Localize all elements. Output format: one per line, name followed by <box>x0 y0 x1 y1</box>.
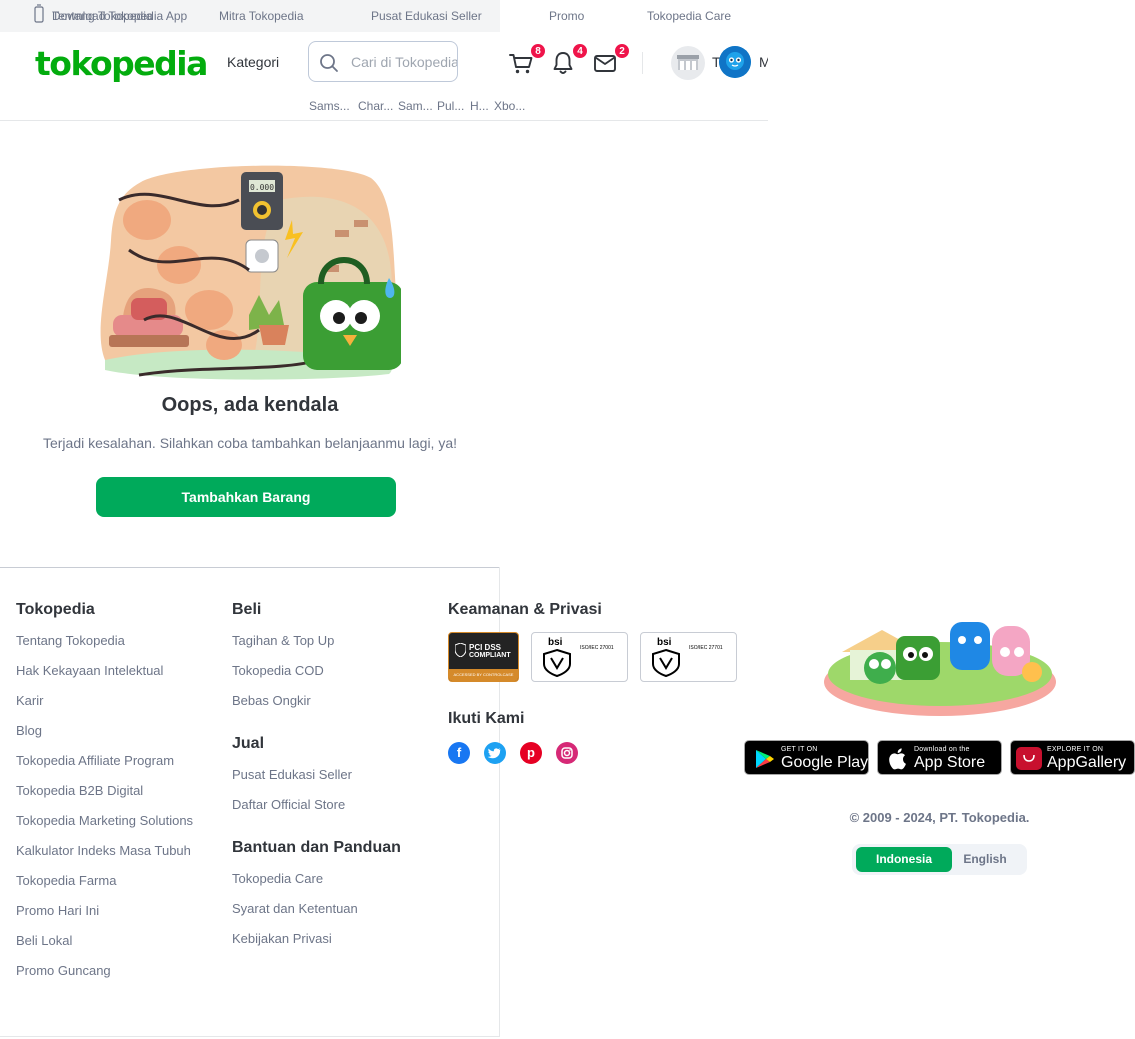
footer-link[interactable]: Tentang Tokopedia <box>16 633 125 648</box>
footer-link[interactable]: Tokopedia B2B Digital <box>16 783 143 798</box>
svg-text:bsi: bsi <box>657 637 672 648</box>
main-header: tokopedia Kategori Sams... Char... Sam..… <box>0 32 768 121</box>
footer-link[interactable]: Pusat Edukasi Seller <box>232 767 352 782</box>
footer-heading-beli: Beli <box>232 601 262 618</box>
footer-divider <box>0 567 500 568</box>
huawei-icon <box>1016 747 1042 775</box>
user-name[interactable]: M <box>759 54 768 70</box>
footer-link[interactable]: Kalkulator Indeks Masa Tubuh <box>16 843 191 858</box>
notification-button[interactable]: 4 <box>550 43 588 76</box>
app-gallery-button[interactable]: EXPLORE IT ON AppGallery <box>1010 740 1135 775</box>
footer-link[interactable]: Tokopedia Care <box>232 871 323 886</box>
google-play-icon <box>753 748 775 775</box>
top-bar: Download Tokopedia App Tentang Tokopedia… <box>0 0 500 32</box>
svg-text:bsi: bsi <box>548 637 563 648</box>
footer-link[interactable]: Daftar Official Store <box>232 797 345 812</box>
error-title: Oops, ada kendala <box>161 394 339 416</box>
tambahkan-barang-button[interactable]: Tambahkan Barang <box>96 477 396 517</box>
keyword-link[interactable]: Pul... <box>437 99 464 113</box>
cart-button[interactable]: 8 <box>508 43 546 76</box>
inbox-count-badge: 2 <box>614 43 630 59</box>
app-gallery-small-text: EXPLORE IT ON <box>1047 746 1104 753</box>
promo-link[interactable]: Promo <box>549 9 584 23</box>
language-english-button[interactable]: English <box>952 847 1018 872</box>
bell-icon <box>550 52 576 80</box>
user-avatar[interactable] <box>719 46 751 78</box>
app-store-small-text: Download on the <box>914 746 970 753</box>
keyword-link[interactable]: Char... <box>358 99 393 113</box>
cart-icon <box>508 54 534 80</box>
footer-link[interactable]: Tokopedia Marketing Solutions <box>16 813 193 828</box>
pinterest-icon[interactable]: p <box>520 742 542 764</box>
header-divider <box>642 52 643 74</box>
keyword-link[interactable]: Sams... <box>309 99 350 113</box>
shop-avatar[interactable] <box>671 46 705 80</box>
footer-link[interactable]: Blog <box>16 723 42 738</box>
facebook-icon[interactable]: f <box>448 742 470 764</box>
footer-heading-keamanan: Keamanan & Privasi <box>448 601 602 618</box>
pci-line3: ACCESSED BY CONTROLCASE <box>449 669 518 681</box>
error-description: Terjadi kesalahan. Silahkan coba tambahk… <box>42 435 458 451</box>
footer-link[interactable]: Tokopedia Affiliate Program <box>16 753 174 768</box>
bsi-cert-text: ISO/IEC 27701 <box>689 645 723 651</box>
footer-link[interactable]: Karir <box>16 693 43 708</box>
bsi-iso-27001-badge[interactable]: bsi ISO/IEC 27001 <box>531 632 628 682</box>
error-illustration: 0.000 <box>99 160 403 382</box>
footer-link[interactable]: Beli Lokal <box>16 933 72 948</box>
search-box[interactable] <box>308 41 458 82</box>
footer-mascot-illustration <box>822 600 1058 718</box>
app-store-big-text: App Store <box>914 754 986 771</box>
pusat-edukasi-seller-link[interactable]: Pusat Edukasi Seller <box>371 9 482 23</box>
tokopedia-care-link[interactable]: Tokopedia Care <box>647 9 731 23</box>
bsi-iso-27701-badge[interactable]: bsi ISO/IEC 27701 <box>640 632 737 682</box>
footer-heading-ikuti: Ikuti Kami <box>448 710 525 727</box>
cart-count-badge: 8 <box>530 43 546 59</box>
mail-icon <box>592 55 618 80</box>
footer-link[interactable]: Promo Guncang <box>16 963 111 978</box>
kategori-button[interactable]: Kategori <box>227 54 279 70</box>
language-indonesia-button[interactable]: Indonesia <box>856 847 952 872</box>
language-switch: Indonesia English <box>852 844 1027 875</box>
keyword-link[interactable]: H... <box>470 99 489 113</box>
shield-icon <box>454 642 467 662</box>
google-play-button[interactable]: GET IT ON Google Play <box>744 740 869 775</box>
footer-link[interactable]: Bebas Ongkir <box>232 693 311 708</box>
footer-link[interactable]: Syarat dan Ketentuan <box>232 901 358 916</box>
pci-line2: COMPLIANT <box>469 652 511 659</box>
footer-heading-jual: Jual <box>232 735 265 752</box>
footer-heading-tokopedia: Tokopedia <box>16 601 95 618</box>
app-gallery-big-text: AppGallery <box>1047 754 1127 771</box>
footer-link[interactable]: Promo Hari Ini <box>16 903 99 918</box>
copyright-text: © 2009 - 2024, PT. Tokopedia. <box>849 810 1030 825</box>
footer-link[interactable]: Kebijakan Privasi <box>232 931 332 946</box>
twitter-icon[interactable] <box>484 742 506 764</box>
inbox-button[interactable]: 2 <box>592 43 630 76</box>
footer-link[interactable]: Tagihan & Top Up <box>232 633 334 648</box>
phone-icon <box>34 4 44 25</box>
tokopedia-logo[interactable]: tokopedia <box>35 44 208 83</box>
search-icon <box>319 53 339 73</box>
mitra-tokopedia-link[interactable]: Mitra Tokopedia <box>219 9 304 23</box>
footer-bottom-border <box>0 1036 500 1037</box>
app-store-button[interactable]: Download on the App Store <box>877 740 1002 775</box>
tentang-tokopedia-link[interactable]: Tentang Tokopedia <box>52 9 153 23</box>
footer-link[interactable]: Tokopedia Farma <box>16 873 116 888</box>
footer-link[interactable]: Tokopedia COD <box>232 663 324 678</box>
bsi-cert-text: ISO/IEC 27001 <box>580 645 614 651</box>
instagram-icon[interactable] <box>556 742 578 764</box>
footer-heading-bantuan: Bantuan dan Panduan <box>232 839 401 856</box>
keyword-link[interactable]: Sam... <box>398 99 433 113</box>
footer-link[interactable]: Hak Kekayaan Intelektual <box>16 663 163 678</box>
apple-icon <box>887 747 907 775</box>
meter-display: 0.000 <box>250 183 274 192</box>
keyword-link[interactable]: Xbo... <box>494 99 525 113</box>
search-input[interactable] <box>351 42 457 81</box>
bsi-logo-icon: bsi <box>647 636 685 683</box>
pci-line1: PCI DSS <box>469 643 502 652</box>
notification-count-badge: 4 <box>572 43 588 59</box>
google-play-small-text: GET IT ON <box>781 746 818 753</box>
pci-dss-badge[interactable]: PCI DSS COMPLIANT ACCESSED BY CONTROLCAS… <box>448 632 519 682</box>
bsi-logo-icon: bsi <box>538 636 576 683</box>
google-play-big-text: Google Play <box>781 754 869 771</box>
